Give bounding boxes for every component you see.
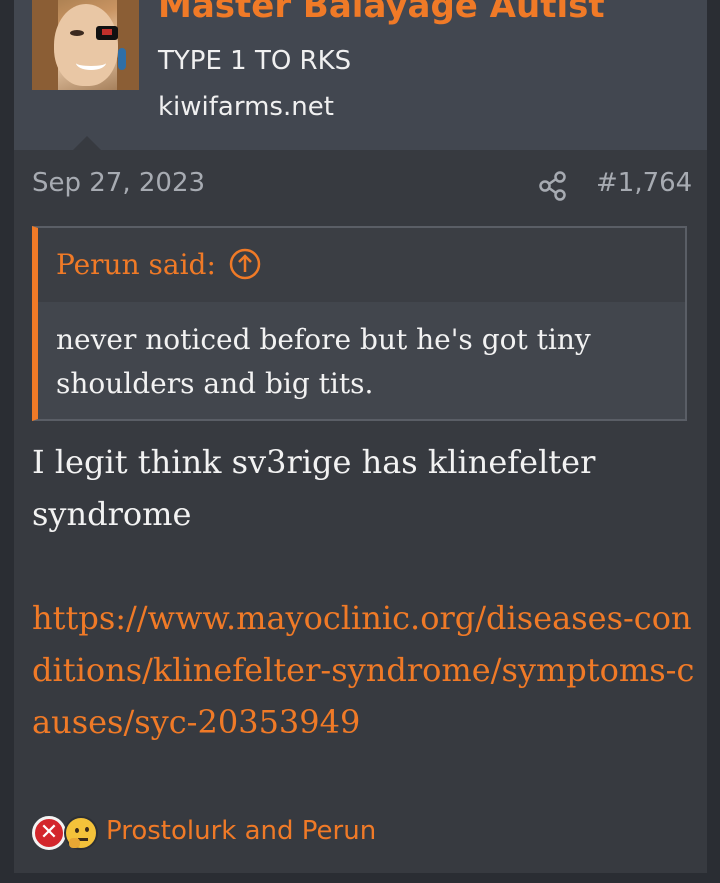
avatar-eyepatch-mark xyxy=(102,29,112,35)
quote-text: never noticed before but he's got tiny s… xyxy=(56,323,591,400)
avatar-smile xyxy=(76,56,106,70)
post-link[interactable]: https://www.mayoclinic.org/diseases-cond… xyxy=(32,592,702,748)
user-header: Master Balayage Autist TYPE 1 TO RKS kiw… xyxy=(14,0,707,150)
username[interactable]: Master Balayage Autist xyxy=(158,0,605,26)
avatar-face xyxy=(54,4,118,86)
emoji-hand xyxy=(69,838,80,848)
share-icon[interactable] xyxy=(538,170,568,202)
quote-author[interactable]: Perun said: xyxy=(56,248,216,281)
avatar-eye xyxy=(70,30,84,36)
emoji-eye-right xyxy=(85,827,89,832)
post-date[interactable]: Sep 27, 2023 xyxy=(32,168,205,198)
post-body-text: I legit think sv3rige has klinefelter sy… xyxy=(32,443,596,533)
quote-block: Perun said: never noticed before but he'… xyxy=(32,226,687,421)
post-container: Master Balayage Autist TYPE 1 TO RKS kiw… xyxy=(14,0,707,873)
avatar-hair-right xyxy=(117,0,139,90)
user-title: TYPE 1 TO RKS xyxy=(158,46,352,76)
user-site: kiwifarms.net xyxy=(158,92,334,122)
reaction-users[interactable]: Prostolurk and Perun xyxy=(106,816,376,846)
post-number[interactable]: #1,764 xyxy=(596,168,692,198)
emoji-eye-left xyxy=(75,828,79,833)
quote-header: Perun said: xyxy=(38,228,685,302)
thinking-face-icon xyxy=(64,816,98,850)
header-pointer xyxy=(73,136,101,150)
avatar[interactable] xyxy=(32,0,139,90)
reactions-bar[interactable]: ✕ Prostolurk and Perun xyxy=(30,812,690,858)
x-reaction-icon: ✕ xyxy=(32,816,66,850)
arrow-up-circle-icon[interactable] xyxy=(228,247,262,281)
avatar-earring xyxy=(118,48,126,70)
